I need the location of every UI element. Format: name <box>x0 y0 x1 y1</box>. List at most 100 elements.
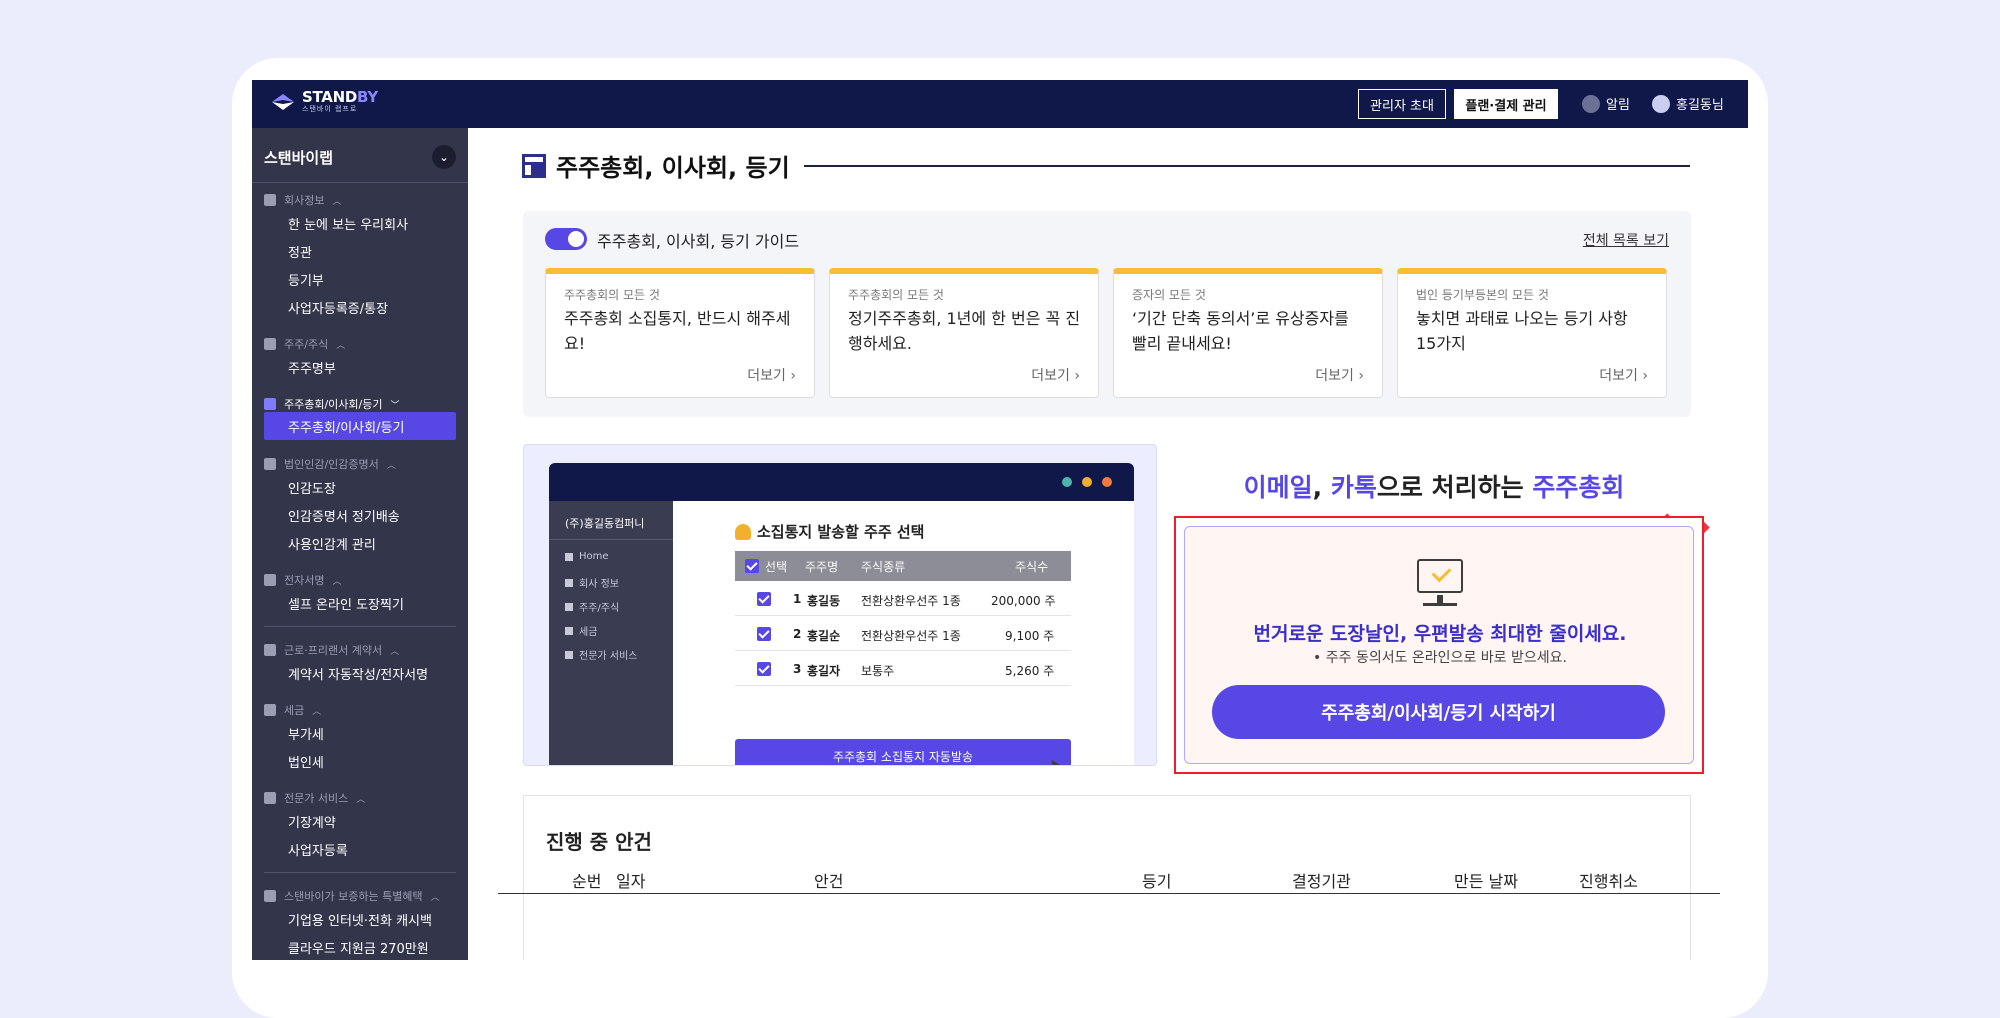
user-name: 홍길동님 <box>1676 98 1724 113</box>
column-header: 결정기관 <box>1292 872 1351 891</box>
tax-icon <box>565 626 573 635</box>
sidebar-item-company-overview[interactable]: 한 눈에 보는 우리회사 <box>288 214 408 233</box>
sidebar-section-expert[interactable]: 전문가 서비스 ︿ <box>264 790 365 806</box>
sidebar-item-internet-cashback[interactable]: 기업용 인터넷·전화 캐시백 <box>288 910 432 929</box>
bell-icon <box>1582 94 1600 113</box>
promo-inner: 번거로운 도장날인, 우편발송 최대한 줄이세요. • 주주 동의서도 온라인으… <box>1184 526 1694 764</box>
bar-chart-icon <box>565 602 573 611</box>
sidebar-section-esign[interactable]: 전자서명 ︿ <box>264 572 342 588</box>
section-label: 스탠바이가 보증하는 특별혜택 <box>284 890 423 903</box>
sidebar-section-contracts[interactable]: 근로·프리랜서 계약서 ︿ <box>264 642 399 658</box>
chevron-up-icon: ︿ <box>332 196 342 207</box>
sidebar: 스탠바이랩 ⌄ 회사정보 ︿ 한 눈에 보는 우리회사 정관 등기부 사업자등록증… <box>252 128 468 960</box>
sidebar-section-benefits[interactable]: 스탠바이가 보증하는 특별혜택 ︿ <box>264 888 440 904</box>
title-rule <box>804 165 1690 167</box>
sidebar-item-vat[interactable]: 부가세 <box>288 724 324 743</box>
checkbox-icon <box>757 592 771 606</box>
mock-nav-item: 세금 <box>565 623 597 638</box>
bar-chart-icon <box>264 338 276 350</box>
sidebar-item-cloud-credit[interactable]: 클라우드 지원금 270만원 <box>288 938 429 957</box>
mock-topbar <box>549 463 1134 501</box>
column-header: 등기 <box>1142 872 1172 891</box>
sidebar-item-meetings-active[interactable]: 주주총회/이사회/등기 <box>264 412 456 440</box>
sidebar-section-meetings[interactable]: 주주총회/이사회/등기 ﹀ <box>264 396 400 412</box>
mock-sidebar: (주)홍길동컴퍼니 Home 회사 정보 주주/주식 세금 전문가 서비스 <box>549 501 673 765</box>
plan-billing-button[interactable]: 플랜·결제 관리 <box>1454 89 1558 119</box>
notifications-button[interactable]: 알림 <box>1582 94 1630 113</box>
star-icon <box>264 890 276 902</box>
tax-icon <box>264 704 276 716</box>
card-title: 주주총회 소집통지, 반드시 해주세요! <box>564 309 791 353</box>
sidebar-item-contract-auto[interactable]: 계약서 자동작성/전자서명 <box>288 664 428 683</box>
page-title-text: 주주총회, 이사회, 등기 <box>556 154 790 182</box>
sidebar-item-shareholder-list[interactable]: 주주명부 <box>288 358 336 377</box>
window-dot-icon <box>1082 477 1092 487</box>
invite-admin-button[interactable]: 관리자 초대 <box>1358 89 1446 119</box>
mock-nav-item: 회사 정보 <box>565 575 619 590</box>
promo-sub-text: • 주주 동의서도 온라인으로 바로 받으세요. <box>1313 650 1567 666</box>
monitor-check-icon <box>1417 559 1463 593</box>
checkbox-icon <box>757 662 771 676</box>
person-icon <box>735 523 751 540</box>
user-menu[interactable]: 홍길동님 <box>1652 94 1724 113</box>
column-header: 만든 날짜 <box>1454 872 1518 891</box>
logo[interactable]: STANDBY 스탠바이 랩프로 <box>270 90 378 114</box>
user-avatar-icon <box>1652 94 1670 113</box>
sidebar-item-articles[interactable]: 정관 <box>288 242 312 261</box>
more-link[interactable]: 더보기 › <box>1599 365 1648 385</box>
sidebar-item-seal[interactable]: 인감도장 <box>288 478 336 497</box>
sidebar-item-seal-certificate-delivery[interactable]: 인감증명서 정기배송 <box>288 506 400 525</box>
chevron-down-icon: ﹀ <box>390 400 400 411</box>
more-link[interactable]: 더보기 › <box>1315 365 1364 385</box>
column-header: 안건 <box>814 872 844 891</box>
sidebar-item-business-register[interactable]: 사업자등록 <box>288 840 348 859</box>
window-dot-icon <box>1102 477 1112 487</box>
contract-icon <box>264 644 276 656</box>
table-header: 선택 주주명 주식종류 주식수 <box>735 551 1071 581</box>
sidebar-item-self-stamp[interactable]: 셀프 온라인 도장찍기 <box>288 594 404 613</box>
company-name: 스탠바이랩 <box>264 148 334 167</box>
more-link[interactable]: 더보기 › <box>747 365 796 385</box>
chevron-up-icon: ︿ <box>356 794 366 805</box>
card-title: 놓치면 과태료 나오는 등기 사항 15가지 <box>1416 309 1628 353</box>
sidebar-item-corporate-tax[interactable]: 법인세 <box>288 752 324 771</box>
section-label: 회사정보 <box>284 194 325 207</box>
home-icon <box>565 552 573 561</box>
sidebar-section-shareholders[interactable]: 주주/주식 ︿ <box>264 336 345 352</box>
mock-main: 소집통지 발송할 주주 선택 선택 주주명 주식종류 주식수 1 홍길동 전환상… <box>673 501 1134 765</box>
column-header: 진행취소 <box>1579 872 1638 891</box>
mock-window: (주)홍길동컴퍼니 Home 회사 정보 주주/주식 세금 전문가 서비스 소집… <box>549 463 1134 765</box>
view-all-link[interactable]: 전체 목록 보기 <box>1583 230 1669 250</box>
sidebar-item-registry[interactable]: 등기부 <box>288 270 324 289</box>
chevron-up-icon: ︿ <box>332 576 342 587</box>
promo-box: 번거로운 도장날인, 우편발송 최대한 줄이세요. • 주주 동의서도 온라인으… <box>1174 516 1704 774</box>
sidebar-item-bookkeeping[interactable]: 기장계약 <box>288 812 336 831</box>
card-category: 주주총회의 모든 것 <box>848 288 944 302</box>
company-selector[interactable]: 스탠바이랩 ⌄ <box>264 140 456 174</box>
sidebar-section-tax[interactable]: 세금 ︿ <box>264 702 321 718</box>
sidebar-divider <box>252 182 468 183</box>
guide-card[interactable]: 주주총회의 모든 것 주주총회 소집통지, 반드시 해주세요! 더보기 › <box>545 268 815 398</box>
section-label: 법인인감/인감증명서 <box>284 458 379 471</box>
logo-text-accent: BY <box>357 88 378 106</box>
sidebar-item-seal-usage[interactable]: 사용인감계 관리 <box>288 534 376 553</box>
start-meetings-button[interactable]: 주주총회/이사회/등기 시작하기 <box>1212 685 1665 739</box>
sidebar-section-seal[interactable]: 법인인감/인감증명서 ︿ <box>264 456 396 472</box>
notifications-label: 알림 <box>1606 98 1630 113</box>
column-header: 일자 <box>616 872 646 891</box>
sidebar-divider <box>264 626 456 627</box>
table-row: 2 홍길순 전환상환우선주 1종 9,100 주 <box>735 616 1071 651</box>
guide-card[interactable]: 법인 등기부등본의 모든 것 놓치면 과태료 나오는 등기 사항 15가지 더보… <box>1397 268 1667 398</box>
promo-main-text: 번거로운 도장날인, 우편발송 최대한 줄이세요. <box>1253 623 1627 645</box>
sidebar-item-business-registration[interactable]: 사업자등록증/통장 <box>288 298 388 317</box>
guide-card[interactable]: 증자의 모든 것 ‘기간 단축 동의서’로 유상증자를 빨리 끝내세요! 더보기… <box>1113 268 1383 398</box>
guide-card[interactable]: 주주총회의 모든 것 정기주주총회, 1년에 한 번은 꼭 진행하세요. 더보기… <box>829 268 1099 398</box>
document-icon <box>565 578 573 587</box>
table-row: 1 홍길동 전환상환우선주 1종 200,000 주 <box>735 581 1071 616</box>
chevron-down-icon[interactable]: ⌄ <box>432 145 456 169</box>
more-link[interactable]: 더보기 › <box>1031 365 1080 385</box>
mock-nav-item: Home <box>565 551 609 562</box>
sidebar-section-company-info[interactable]: 회사정보 ︿ <box>264 192 342 208</box>
mock-company: (주)홍길동컴퍼니 <box>565 517 645 530</box>
guide-toggle[interactable] <box>545 228 587 250</box>
